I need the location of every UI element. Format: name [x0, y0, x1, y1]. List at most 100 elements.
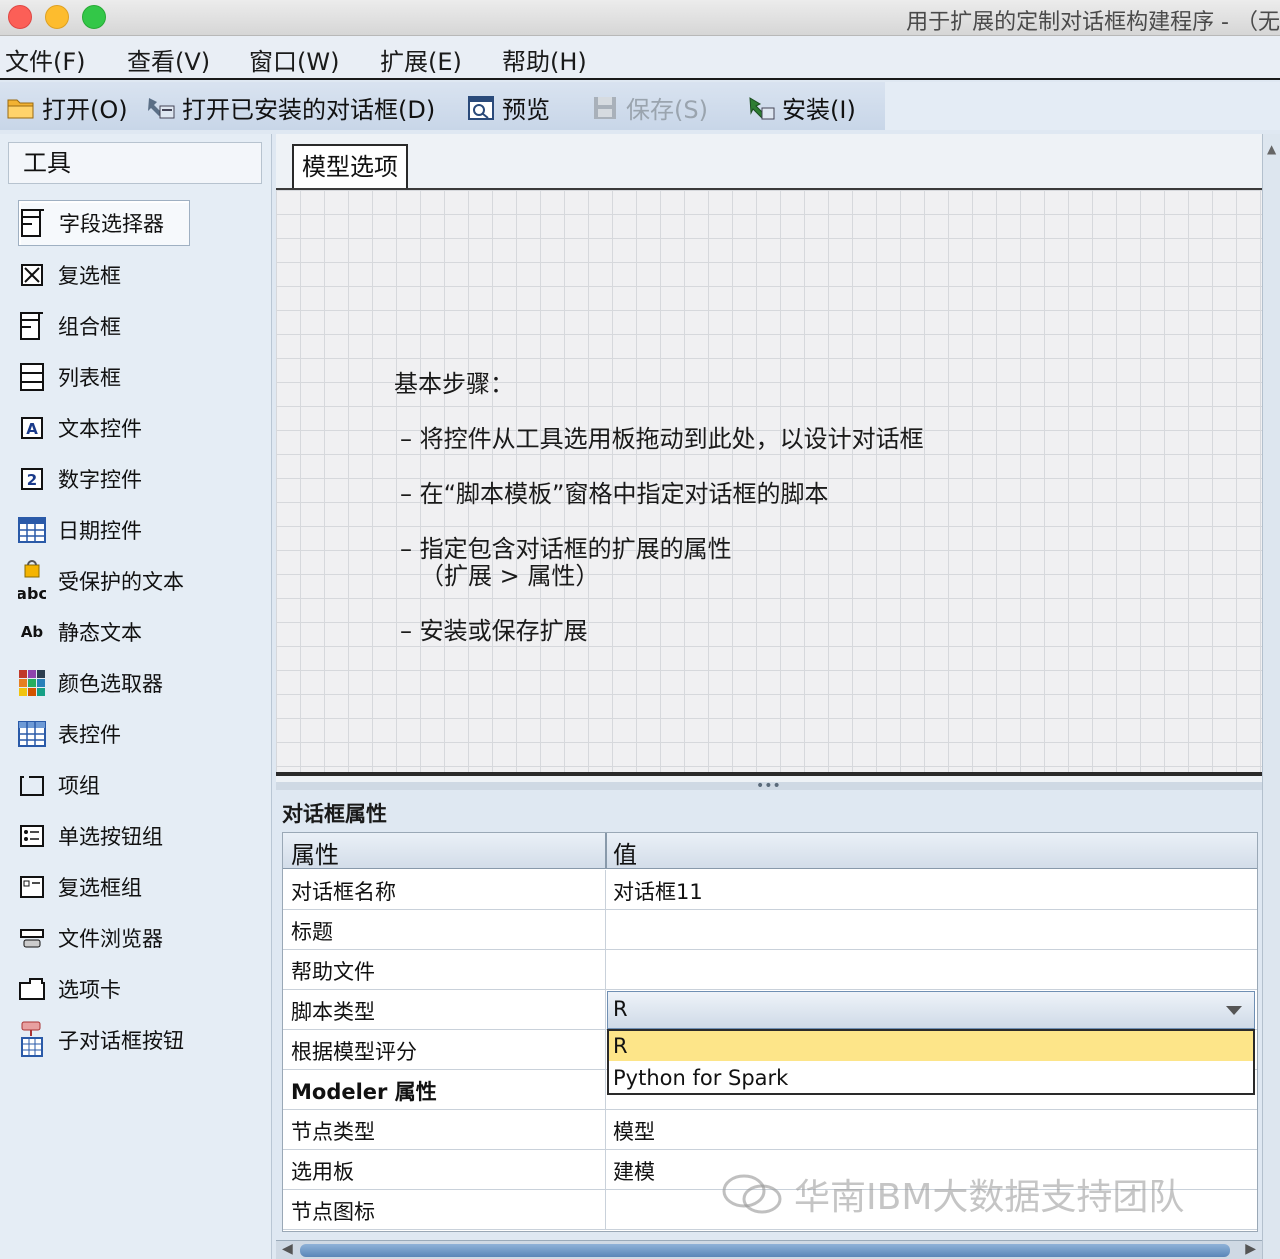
tool-radio-group[interactable]: 单选按钮组: [18, 813, 190, 859]
menu-extensions[interactable]: 扩展(E): [380, 42, 462, 77]
dropdown-option-python-for-spark[interactable]: Python for Spark: [609, 1063, 1253, 1093]
property-value[interactable]: 建模: [613, 1156, 655, 1186]
tool-label: 组合框: [58, 315, 121, 339]
tool-checkbox[interactable]: 复选框: [18, 252, 190, 298]
instructions-heading: 基本步骤：: [394, 370, 514, 398]
install-button[interactable]: 安装(I): [746, 90, 856, 125]
svg-text:Ab: Ab: [21, 623, 44, 641]
secured-text-icon: abc: [18, 560, 46, 603]
script-type-dropdown[interactable]: R: [607, 991, 1255, 1029]
open-button[interactable]: 打开(O): [6, 90, 128, 125]
splitter-grip-icon: •••: [756, 778, 781, 794]
tool-combo-box[interactable]: 组合框: [18, 303, 190, 349]
tool-number-control[interactable]: 2 数字控件: [18, 456, 190, 502]
tool-label: 单选按钮组: [58, 825, 163, 849]
open-folder-icon: [7, 99, 34, 118]
scroll-up-icon[interactable]: ▲: [1267, 142, 1276, 156]
property-row-dialog-name[interactable]: 对话框名称 对话框11: [283, 870, 1257, 910]
property-section-header: Modeler 属性: [291, 1080, 437, 1104]
tool-subdialog-button[interactable]: 子对话框按钮: [18, 1017, 190, 1063]
svg-text:2: 2: [27, 471, 37, 489]
scrollbar-thumb[interactable]: [300, 1244, 1230, 1257]
save-button[interactable]: 保存(S): [590, 90, 708, 125]
watermark-text: 华南IBM大数据支持团队: [794, 1177, 1185, 1218]
toolbar-background: [885, 82, 1280, 130]
property-value[interactable]: 模型: [613, 1116, 655, 1146]
open-label: 打开(O): [42, 96, 128, 124]
property-row-help-file[interactable]: 帮助文件: [283, 950, 1257, 990]
close-window-button[interactable]: [8, 5, 32, 29]
menu-bar: 文件(F) 查看(V) 窗口(W) 扩展(E) 帮助(H): [0, 36, 1280, 80]
preview-icon: [468, 95, 494, 120]
open-installed-button[interactable]: 打开已安装的对话框(D): [146, 90, 435, 125]
radio-group-icon: [18, 821, 46, 851]
tool-label: 受保护的文本: [58, 570, 184, 594]
tool-color-picker[interactable]: 颜色选取器: [18, 660, 190, 706]
tool-label: 项组: [58, 774, 100, 798]
menu-help[interactable]: 帮助(H): [502, 42, 587, 77]
pane-splitter[interactable]: •••: [276, 778, 1262, 794]
tool-label: 文本控件: [58, 417, 142, 441]
tool-file-browser[interactable]: 文件浏览器: [18, 915, 190, 961]
tool-label: 复选框: [58, 264, 121, 288]
text-control-icon: A: [18, 413, 46, 443]
scroll-left-icon[interactable]: ◀: [282, 1241, 293, 1257]
menu-file[interactable]: 文件(F): [5, 42, 86, 77]
title-bar: 用于扩展的定制对话框构建程序 - （无: [0, 0, 1280, 36]
tool-secured-text[interactable]: abc 受保护的文本: [18, 558, 190, 604]
zoom-window-button[interactable]: [82, 5, 106, 29]
column-divider[interactable]: [605, 833, 607, 869]
column-header-value[interactable]: 值: [613, 835, 637, 870]
tool-label: 静态文本: [58, 621, 142, 645]
tab-icon: [18, 974, 46, 1004]
tool-checkbox-group[interactable]: 复选框组: [18, 864, 190, 910]
tool-label: 数字控件: [58, 468, 142, 492]
tool-date-control[interactable]: 日期控件: [18, 507, 190, 553]
design-canvas-grid[interactable]: 基本步骤： – 将控件从工具选用板拖动到此处，以设计对话框 – 在“脚本模板”窗…: [276, 190, 1262, 776]
menu-window[interactable]: 窗口(W): [249, 42, 339, 77]
horizontal-scrollbar[interactable]: ◀ ▶: [276, 1240, 1262, 1259]
menu-view[interactable]: 查看(V): [127, 42, 210, 77]
tool-label: 文件浏览器: [58, 927, 163, 951]
wechat-icon: [722, 1174, 782, 1214]
tool-field-chooser[interactable]: 字段选择器: [18, 200, 190, 246]
tool-item-group[interactable]: 项组: [18, 762, 190, 808]
minimize-window-button[interactable]: [45, 5, 69, 29]
scroll-right-icon[interactable]: ▶: [1245, 1241, 1256, 1257]
tool-label: 子对话框按钮: [58, 1029, 184, 1053]
property-key: 脚本类型: [291, 1000, 375, 1024]
property-key: 选用板: [291, 1160, 354, 1184]
tool-static-text[interactable]: Ab 静态文本: [18, 609, 190, 655]
property-row-title[interactable]: 标题: [283, 910, 1257, 950]
field-chooser-icon: [19, 208, 47, 238]
property-key: 根据模型评分: [291, 1040, 417, 1064]
watermark: 华南IBM大数据支持团队: [720, 1168, 1184, 1220]
property-key: 节点类型: [291, 1120, 375, 1144]
tool-label: 复选框组: [58, 876, 142, 900]
tool-list-box[interactable]: 列表框: [18, 354, 190, 400]
open-installed-label: 打开已安装的对话框(D): [182, 96, 436, 124]
vertical-scrollbar[interactable]: ▲: [1262, 134, 1280, 1259]
preview-button[interactable]: 预览: [466, 90, 550, 125]
property-key: 帮助文件: [291, 960, 375, 984]
chevron-down-icon[interactable]: [1226, 1006, 1242, 1015]
instruction-step-1: – 将控件从工具选用板拖动到此处，以设计对话框: [400, 425, 924, 453]
tool-label: 日期控件: [58, 519, 142, 543]
checkbox-group-icon: [18, 872, 46, 902]
design-canvas-area: 模型选项 基本步骤： – 将控件从工具选用板拖动到此处，以设计对话框 – 在“脚…: [276, 134, 1262, 782]
column-header-property[interactable]: 属性: [291, 835, 339, 870]
tab-model-options[interactable]: 模型选项: [292, 144, 408, 190]
dropdown-option-r[interactable]: R: [609, 1031, 1253, 1061]
checkbox-icon: [18, 260, 46, 290]
preview-label: 预览: [502, 96, 550, 124]
tool-label: 列表框: [58, 366, 121, 390]
property-key: 对话框名称: [291, 880, 396, 904]
tool-text-control[interactable]: A 文本控件: [18, 405, 190, 451]
property-value[interactable]: 对话框11: [613, 876, 703, 906]
open-installed-icon: [148, 97, 175, 118]
tool-table-control[interactable]: 表控件: [18, 711, 190, 757]
property-row-node-type[interactable]: 节点类型 模型: [283, 1110, 1257, 1150]
install-label: 安装(I): [782, 96, 856, 124]
svg-text:abc: abc: [18, 584, 46, 603]
tool-tab[interactable]: 选项卡: [18, 966, 190, 1012]
